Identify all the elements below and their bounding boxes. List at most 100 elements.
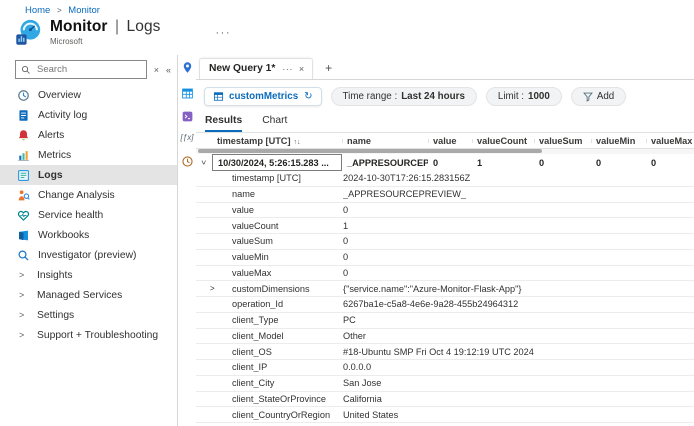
- queries-panel-icon[interactable]: [181, 110, 194, 123]
- sidebar-item-label: Logs: [38, 170, 63, 181]
- header-more-button[interactable]: ···: [216, 27, 232, 39]
- sidebar-item-workbooks[interactable]: Workbooks: [0, 225, 177, 245]
- sidebar-group-managed-services[interactable]: > Managed Services: [0, 285, 177, 305]
- column-header-valuemin[interactable]: valueMin: [591, 136, 646, 146]
- result-cell-value[interactable]: 0: [428, 158, 472, 168]
- resource-menu-sidebar: × « Overview Activity log Alerts Metr: [0, 55, 178, 426]
- add-filter-pill[interactable]: Add: [571, 87, 626, 106]
- sidebar-item-label: Change Analysis: [38, 190, 115, 201]
- result-cell-name[interactable]: _APPRESOURCEPREVIE...: [342, 158, 428, 168]
- detail-row[interactable]: timestamp [UTC] 2024-10-30T17:26:15.2831…: [196, 171, 694, 187]
- column-header-valuemax[interactable]: valueMax: [646, 136, 694, 146]
- detail-row[interactable]: client_StateOrProvince California: [196, 392, 694, 408]
- breadcrumb: Home > Monitor: [0, 0, 694, 16]
- results-grid-header: timestamp [UTC]↑↓ name value valueCount …: [196, 132, 694, 149]
- sidebar-item-label: Workbooks: [38, 230, 89, 241]
- row-expand-chevron-icon[interactable]: >: [196, 158, 212, 167]
- sort-icon[interactable]: ↑↓: [294, 139, 301, 146]
- detail-row[interactable]: > customDimensions {"service.name":"Azur…: [196, 281, 694, 297]
- query-history-icon[interactable]: [181, 155, 194, 168]
- scope-pin-icon[interactable]: [181, 61, 194, 74]
- detail-key: valueSum: [232, 236, 343, 246]
- sidebar-item-alerts[interactable]: Alerts: [0, 125, 177, 145]
- sidebar-item-metrics[interactable]: Metrics: [0, 145, 177, 165]
- detail-row[interactable]: valueCount 1: [196, 218, 694, 234]
- detail-row[interactable]: client_CountryOrRegion United States: [196, 407, 694, 423]
- time-range-pill[interactable]: Time range : Last 24 hours: [331, 87, 477, 106]
- breadcrumb-home-link[interactable]: Home: [25, 5, 50, 16]
- refresh-icon[interactable]: ↻: [304, 91, 312, 102]
- detail-row[interactable]: valueMin 0: [196, 250, 694, 266]
- limit-pill[interactable]: Limit : 1000: [486, 87, 562, 106]
- sidebar-group-label: Settings: [37, 310, 74, 321]
- detail-row[interactable]: name _APPRESOURCEPREVIEW_: [196, 187, 694, 203]
- sidebar-group-insights[interactable]: > Insights: [0, 265, 177, 285]
- detail-row[interactable]: client_Model Other: [196, 329, 694, 345]
- result-row[interactable]: > 10/30/2024, 5:26:15.283 ... _APPRESOUR…: [196, 154, 694, 171]
- search-clear-icon[interactable]: ×: [154, 65, 159, 75]
- sidebar-collapse-icon[interactable]: «: [166, 65, 171, 75]
- service-health-icon: [17, 209, 30, 222]
- scrollbar-thumb[interactable]: [198, 149, 542, 153]
- column-header-valuecount[interactable]: valueCount: [472, 136, 534, 146]
- detail-row[interactable]: value 0: [196, 203, 694, 219]
- result-cell-valuecount[interactable]: 1: [472, 158, 534, 168]
- column-header-value[interactable]: value: [428, 136, 472, 146]
- result-view-tabs: Results Chart: [196, 115, 694, 132]
- detail-row[interactable]: valueSum 0: [196, 234, 694, 250]
- breadcrumb-monitor-link[interactable]: Monitor: [68, 5, 100, 16]
- new-tab-button[interactable]: +: [325, 61, 332, 75]
- detail-row[interactable]: operation_Id 6267ba1e-c5a8-4e6e-9a28-455…: [196, 297, 694, 313]
- sidebar-group-label: Support + Troubleshooting: [37, 330, 158, 341]
- sidebar-item-investigator[interactable]: Investigator (preview): [0, 245, 177, 265]
- sidebar-search-input[interactable]: [35, 63, 141, 76]
- column-header-timestamp[interactable]: timestamp [UTC]↑↓: [212, 136, 342, 146]
- detail-row[interactable]: valueMax 0: [196, 266, 694, 282]
- tables-panel-icon[interactable]: [181, 87, 194, 100]
- detail-key: client_City: [232, 378, 343, 388]
- detail-value: 0: [343, 268, 694, 278]
- sidebar-item-label: Investigator (preview): [38, 250, 136, 261]
- metrics-icon: [17, 149, 30, 162]
- sidebar-item-service-health[interactable]: Service health: [0, 205, 177, 225]
- sidebar-search-box[interactable]: [15, 60, 147, 79]
- sidebar-group-support-troubleshooting[interactable]: > Support + Troubleshooting: [0, 325, 177, 345]
- table-selector-chip[interactable]: customMetrics ↻: [204, 87, 322, 106]
- sidebar-search-row: × «: [15, 60, 171, 79]
- title-bar: Monitor | Logs Microsoft ···: [0, 18, 694, 48]
- sidebar-group-label: Managed Services: [37, 290, 122, 301]
- column-header-name[interactable]: name: [342, 136, 428, 146]
- result-cell-valuemax[interactable]: 0: [646, 158, 694, 168]
- sidebar-item-activity-log[interactable]: Activity log: [0, 105, 177, 125]
- query-tab[interactable]: New Query 1* ··· ×: [199, 58, 313, 79]
- detail-value: 0: [343, 236, 694, 246]
- functions-panel-icon[interactable]: [ƒx]: [181, 133, 194, 146]
- subscription-subtitle: Microsoft: [50, 37, 161, 46]
- sidebar-item-label: Metrics: [38, 150, 71, 161]
- column-header-valuesum[interactable]: valueSum: [534, 136, 591, 146]
- table-name: customMetrics: [229, 91, 298, 102]
- detail-row[interactable]: client_City San Jose: [196, 376, 694, 392]
- detail-row[interactable]: client_Type PC: [196, 313, 694, 329]
- detail-row[interactable]: client_OS #18-Ubuntu SMP Fri Oct 4 19:12…: [196, 344, 694, 360]
- tab-results[interactable]: Results: [205, 115, 242, 132]
- expand-chevron-icon[interactable]: >: [210, 284, 232, 293]
- result-cell-timestamp[interactable]: 10/30/2024, 5:26:15.283 ...: [212, 154, 342, 171]
- sidebar-item-overview[interactable]: Overview: [0, 85, 177, 105]
- chevron-right-icon: >: [19, 270, 30, 280]
- table-icon: [213, 91, 224, 102]
- overview-icon: [17, 89, 30, 102]
- sidebar-item-logs[interactable]: Logs: [0, 165, 177, 185]
- sidebar-group-settings[interactable]: > Settings: [0, 305, 177, 325]
- search-icon: [21, 65, 31, 75]
- tab-close-icon[interactable]: ×: [299, 64, 304, 74]
- tab-more-icon[interactable]: ···: [282, 64, 293, 74]
- result-cell-valuemin[interactable]: 0: [591, 158, 646, 168]
- sidebar-item-change-analysis[interactable]: Change Analysis: [0, 185, 177, 205]
- result-cell-valuesum[interactable]: 0: [534, 158, 591, 168]
- detail-row[interactable]: client_IP 0.0.0.0: [196, 360, 694, 376]
- page-section: Logs: [127, 18, 161, 35]
- tab-chart[interactable]: Chart: [262, 115, 287, 132]
- sidebar-item-label: Overview: [38, 90, 81, 101]
- horizontal-scrollbar[interactable]: [196, 149, 694, 154]
